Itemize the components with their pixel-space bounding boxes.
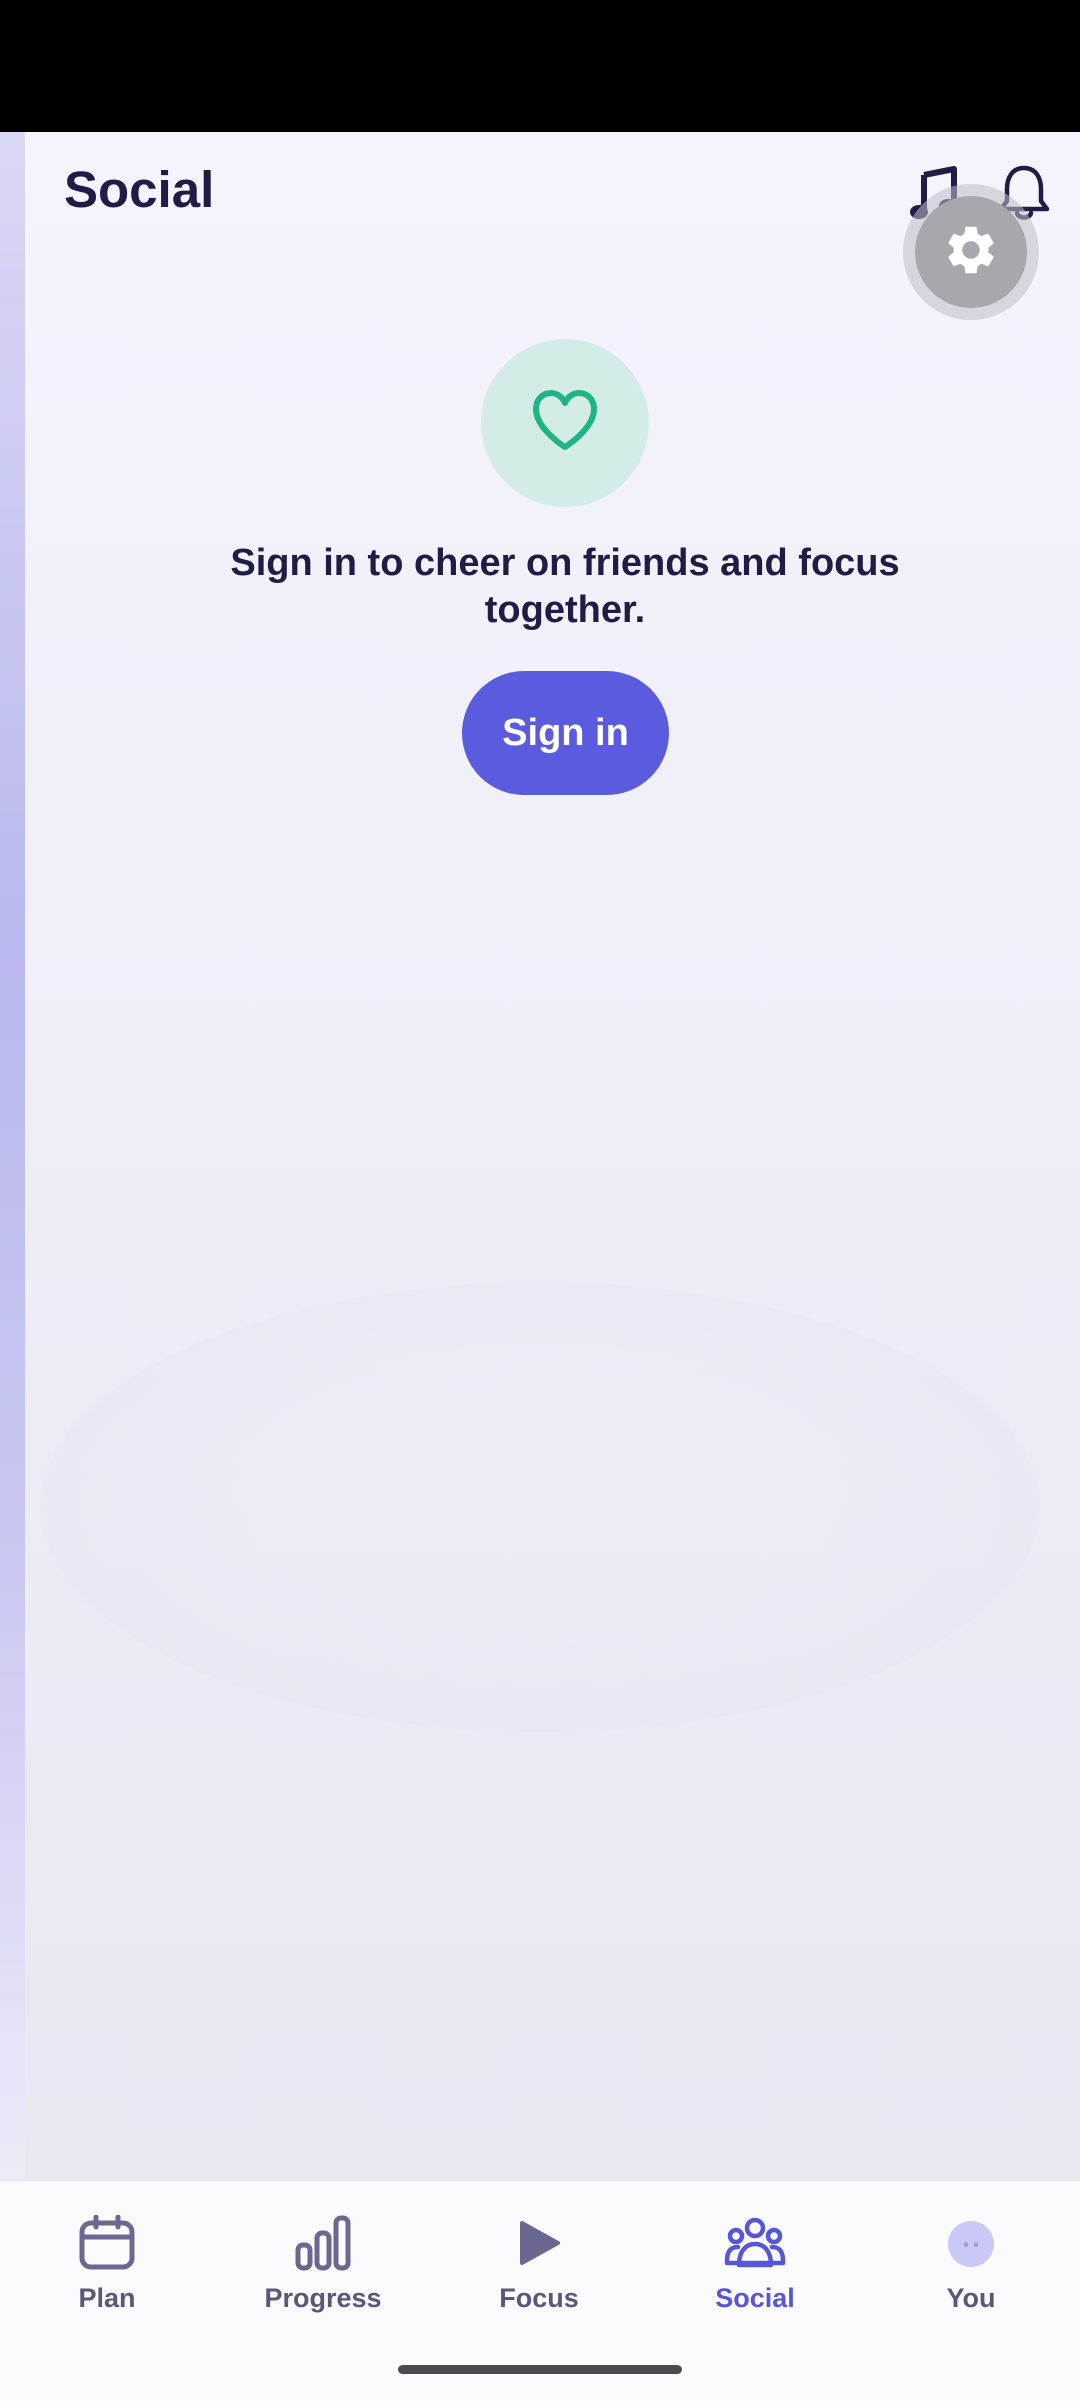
- avatar-eye-left: [964, 2241, 968, 2247]
- avatar-icon: [948, 2221, 994, 2267]
- bottom-navigation: Plan Progress Focus Social You: [0, 2180, 1080, 2401]
- sign-in-button[interactable]: Sign in: [462, 671, 669, 795]
- status-bar: [0, 0, 1080, 132]
- nav-label-you: You: [946, 2283, 996, 2313]
- nav-label-plan: Plan: [78, 2283, 136, 2313]
- nav-tab-progress[interactable]: Progress: [223, 2211, 423, 2331]
- nav-label-progress: Progress: [264, 2283, 382, 2313]
- calendar-icon: [75, 2211, 139, 2275]
- play-icon: [507, 2211, 571, 2275]
- nav-tab-plan[interactable]: Plan: [7, 2211, 207, 2331]
- bar-chart-icon: [291, 2211, 355, 2275]
- background-glow: [40, 1282, 1040, 1732]
- gear-icon: [942, 221, 1000, 284]
- home-indicator[interactable]: [398, 2365, 682, 2374]
- nav-label-social: Social: [715, 2283, 795, 2313]
- avatar-icon-wrap: [939, 2211, 1003, 2275]
- avatar-eye-right: [974, 2241, 978, 2247]
- sign-in-prompt: Sign in to cheer on friends and focus to…: [230, 542, 900, 631]
- nav-label-focus: Focus: [499, 2283, 579, 2313]
- side-drawer-edge[interactable]: [0, 132, 25, 2180]
- nav-tab-you[interactable]: You: [871, 2211, 1071, 2331]
- settings-button-face: [915, 196, 1027, 308]
- nav-tab-social[interactable]: Social: [655, 2211, 855, 2331]
- page-title: Social: [64, 161, 215, 218]
- heart-badge: [481, 339, 649, 507]
- nav-tab-focus[interactable]: Focus: [439, 2211, 639, 2331]
- settings-button[interactable]: [903, 184, 1039, 320]
- heart-icon: [530, 389, 600, 458]
- people-icon: [723, 2211, 787, 2275]
